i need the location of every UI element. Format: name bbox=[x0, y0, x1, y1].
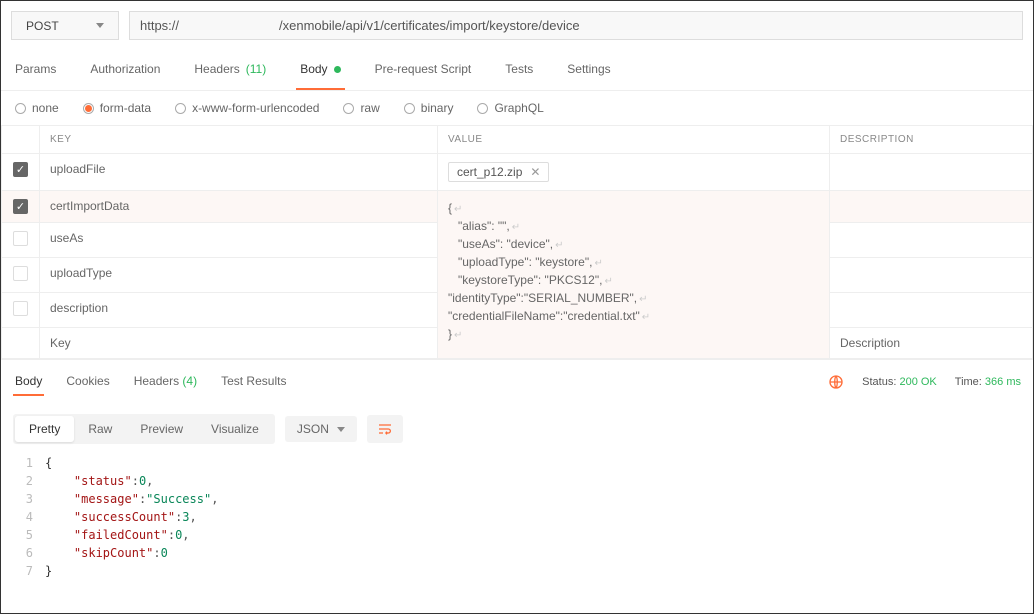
description-cell[interactable] bbox=[830, 223, 1033, 258]
view-raw[interactable]: Raw bbox=[74, 416, 126, 442]
view-preview[interactable]: Preview bbox=[126, 416, 197, 442]
file-name: cert_p12.zip bbox=[457, 165, 522, 179]
response-bar: Body Cookies Headers (4) Test Results St… bbox=[1, 359, 1033, 404]
url-input[interactable]: https:// /xenmobile/api/v1/certificates/i… bbox=[129, 11, 1023, 40]
tab-tests[interactable]: Tests bbox=[501, 50, 537, 90]
tab-params[interactable]: Params bbox=[11, 50, 60, 90]
key-placeholder[interactable]: Key bbox=[40, 328, 438, 359]
body-type-row: none form-data x-www-form-urlencoded raw… bbox=[1, 91, 1033, 125]
key-cell[interactable]: certImportData bbox=[40, 191, 438, 223]
radio-graphql[interactable]: GraphQL bbox=[477, 101, 543, 115]
description-cell[interactable] bbox=[830, 191, 1033, 223]
resp-tab-cookies[interactable]: Cookies bbox=[64, 368, 111, 396]
radio-none[interactable]: none bbox=[15, 101, 59, 115]
status-label: Status: 200 OK bbox=[862, 376, 937, 388]
row-checkbox[interactable] bbox=[13, 266, 28, 281]
format-select[interactable]: JSON bbox=[285, 416, 357, 442]
table-row: ✓ certImportData {↵ "alias": "",↵ "useAs… bbox=[2, 191, 1033, 223]
key-cell[interactable]: description bbox=[40, 293, 438, 328]
radio-binary[interactable]: binary bbox=[404, 101, 454, 115]
response-code[interactable]: 1{ 2 "status": 0, 3 "message": "Success"… bbox=[1, 454, 1033, 592]
tab-settings[interactable]: Settings bbox=[563, 50, 614, 90]
request-tabs: Params Authorization Headers (11) Body P… bbox=[1, 50, 1033, 91]
th-value: VALUE bbox=[438, 126, 830, 154]
radio-raw[interactable]: raw bbox=[343, 101, 379, 115]
wrap-icon bbox=[377, 421, 393, 437]
tab-prerequest[interactable]: Pre-request Script bbox=[371, 50, 476, 90]
url-suffix: /xenmobile/api/v1/certificates/import/ke… bbox=[279, 18, 580, 33]
resp-tab-body[interactable]: Body bbox=[13, 368, 44, 396]
table-row: ✓ uploadFile cert_p12.zip ✕ bbox=[2, 154, 1033, 191]
row-checkbox[interactable] bbox=[13, 301, 28, 316]
description-cell[interactable] bbox=[830, 293, 1033, 328]
key-cell[interactable]: uploadType bbox=[40, 258, 438, 293]
tab-body[interactable]: Body bbox=[296, 50, 344, 90]
th-description: DESCRIPTION bbox=[830, 126, 1033, 154]
resp-tab-tests[interactable]: Test Results bbox=[219, 368, 288, 396]
row-checkbox[interactable]: ✓ bbox=[13, 162, 28, 177]
description-cell[interactable] bbox=[830, 154, 1033, 191]
radio-formdata[interactable]: form-data bbox=[83, 101, 151, 115]
key-cell[interactable]: uploadFile bbox=[40, 154, 438, 191]
description-cell[interactable] bbox=[830, 258, 1033, 293]
globe-icon[interactable] bbox=[828, 374, 844, 390]
tab-authorization[interactable]: Authorization bbox=[86, 50, 164, 90]
value-cell[interactable]: cert_p12.zip ✕ bbox=[438, 154, 830, 191]
method-select[interactable]: POST bbox=[11, 11, 119, 40]
json-textarea: {↵ "alias": "",↵ "useAs": "device",↵ "up… bbox=[448, 199, 819, 343]
row-checkbox[interactable] bbox=[13, 231, 28, 246]
chevron-down-icon bbox=[96, 23, 104, 28]
view-pretty[interactable]: Pretty bbox=[15, 416, 74, 442]
tab-headers[interactable]: Headers (11) bbox=[190, 50, 270, 90]
view-visualize[interactable]: Visualize bbox=[197, 416, 273, 442]
description-placeholder[interactable]: Description bbox=[830, 328, 1033, 359]
method-label: POST bbox=[26, 19, 59, 33]
remove-file-icon[interactable]: ✕ bbox=[530, 165, 540, 179]
radio-xwww[interactable]: x-www-form-urlencoded bbox=[175, 101, 319, 115]
formdata-table: KEY VALUE DESCRIPTION ✓ uploadFile cert_… bbox=[1, 125, 1033, 359]
file-chip[interactable]: cert_p12.zip ✕ bbox=[448, 162, 549, 182]
row-checkbox[interactable]: ✓ bbox=[13, 199, 28, 214]
chevron-down-icon bbox=[337, 427, 345, 432]
time-label: Time: 366 ms bbox=[955, 376, 1021, 388]
view-bar: Pretty Raw Preview Visualize JSON bbox=[1, 404, 1033, 454]
wrap-button[interactable] bbox=[367, 415, 403, 443]
body-modified-dot-icon bbox=[334, 66, 341, 73]
resp-tab-headers[interactable]: Headers (4) bbox=[132, 368, 199, 396]
url-prefix: https:// bbox=[140, 18, 179, 33]
value-cell-json[interactable]: {↵ "alias": "",↵ "useAs": "device",↵ "up… bbox=[438, 191, 830, 359]
key-cell[interactable]: useAs bbox=[40, 223, 438, 258]
th-key: KEY bbox=[40, 126, 438, 154]
